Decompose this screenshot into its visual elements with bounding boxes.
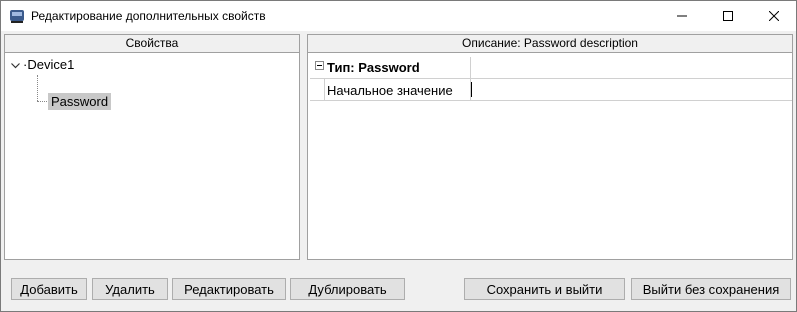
minimize-button[interactable]: [659, 1, 705, 31]
maximize-icon: [723, 11, 733, 21]
close-icon: [769, 11, 779, 21]
properties-tree[interactable]: ·Device1 Password: [5, 53, 299, 259]
exit-without-saving-button[interactable]: Выйти без сохранения: [631, 278, 791, 300]
category-label: Тип: Password: [327, 60, 420, 75]
dialog-window: Редактирование дополнительных свойств Св…: [0, 0, 797, 312]
tree-connector-h: [37, 101, 47, 102]
category-row[interactable]: Тип: Password: [310, 57, 792, 79]
properties-panel: Свойства ·Device1 Password: [4, 34, 300, 260]
chevron-down-icon[interactable]: [11, 57, 23, 72]
window-title: Редактирование дополнительных свойств: [31, 9, 266, 23]
edit-button[interactable]: Редактировать: [172, 278, 286, 300]
property-row[interactable]: Начальное значение: [310, 79, 792, 101]
tree-node-device-label: Device1: [27, 57, 75, 72]
tree-connector: [37, 75, 38, 101]
delete-button[interactable]: Удалить: [92, 278, 168, 300]
app-icon: [9, 8, 25, 24]
property-name: Начальное значение: [327, 83, 453, 98]
description-header: Описание: Password description: [308, 35, 792, 53]
save-exit-button[interactable]: Сохранить и выйти: [464, 278, 625, 300]
close-button[interactable]: [751, 1, 797, 31]
title-bar: Редактирование дополнительных свойств: [1, 1, 796, 31]
duplicate-button[interactable]: Дублировать: [290, 278, 405, 300]
properties-header: Свойства: [5, 35, 299, 53]
maximize-button[interactable]: [705, 1, 751, 31]
dialog-client: Свойства ·Device1 Password Описание: Pas…: [1, 32, 796, 311]
add-button[interactable]: Добавить: [11, 278, 87, 300]
value-input-caret[interactable]: [471, 82, 472, 97]
collapse-icon[interactable]: [315, 61, 324, 70]
minimize-icon: [677, 15, 687, 17]
tree-node-device[interactable]: ·Device1: [11, 57, 74, 72]
description-panel: Описание: Password description Тип: Pass…: [307, 34, 793, 260]
panel-splitter[interactable]: [300, 34, 307, 260]
property-grid: Тип: Password Начальное значение: [310, 57, 792, 101]
tree-node-password[interactable]: Password: [48, 93, 112, 110]
